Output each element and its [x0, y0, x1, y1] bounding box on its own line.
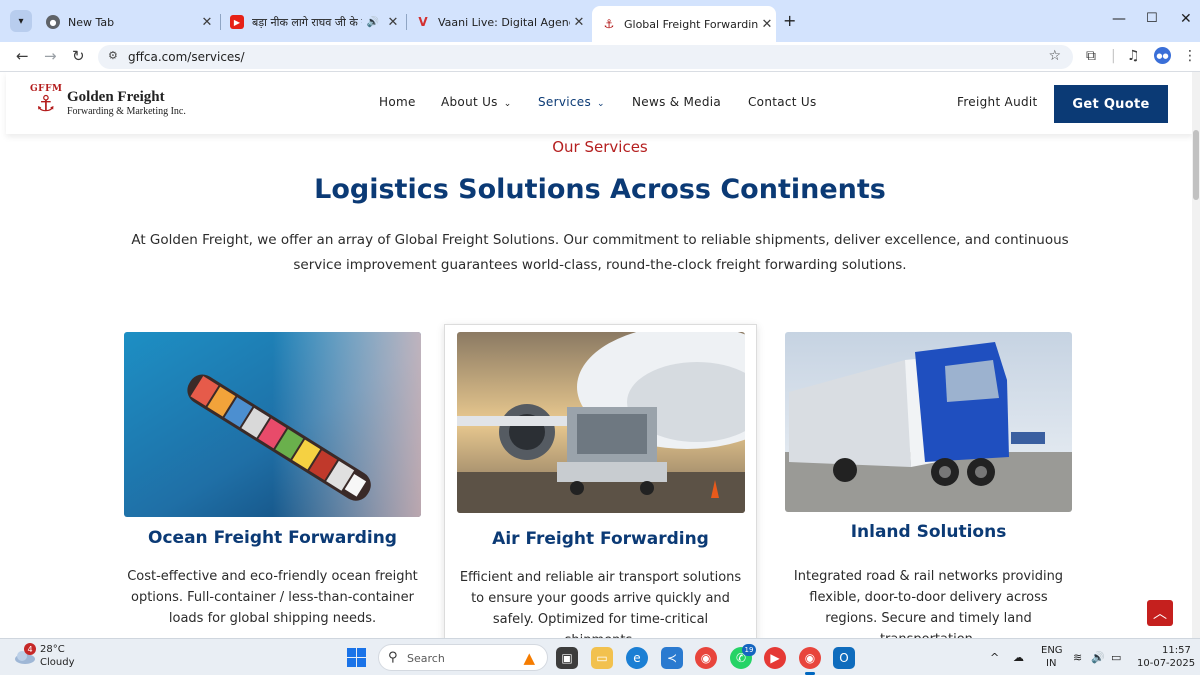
section-eyebrow: Our Services: [552, 138, 648, 156]
media-player-icon[interactable]: ▶: [764, 647, 786, 669]
logo-tagline: Forwarding & Marketing Inc.: [67, 106, 186, 117]
tab-strip: ▾ ● New Tab ✕ ▶ बड़ा नीक लागे राघव जी के…: [0, 0, 1200, 42]
company-logo[interactable]: GFFM ⚓: [30, 84, 64, 124]
tab-title: बड़ा नीक लागे राघव जी के गठरी: [252, 15, 362, 29]
site-header: GFFM ⚓ Golden Freight Forwarding & Marke…: [6, 72, 1194, 134]
nav-label: About Us: [441, 95, 498, 109]
notification-count-badge: 19: [742, 644, 756, 656]
chrome-profile-icon[interactable]: ◉: [799, 647, 821, 675]
tab-vaani-live[interactable]: V Vaani Live: Digital Agency, Web ✕: [406, 8, 588, 36]
close-icon[interactable]: ✕: [384, 15, 402, 30]
close-icon[interactable]: ✕: [198, 15, 216, 30]
input-region[interactable]: IN: [1046, 658, 1056, 669]
section-headline: Logistics Solutions Across Continents: [314, 174, 886, 205]
speaker-icon[interactable]: 🔊: [362, 17, 384, 28]
new-tab-icon[interactable]: +: [783, 11, 796, 30]
onedrive-icon[interactable]: ☁: [1013, 651, 1024, 664]
media-control-icon[interactable]: ♫: [1127, 48, 1140, 64]
bing-cone-icon: ▲: [523, 649, 535, 667]
clock-time[interactable]: 11:57: [1162, 645, 1191, 656]
search-icon: ⚲: [388, 650, 398, 665]
more-menu-icon[interactable]: ⋮: [1183, 48, 1197, 64]
tab-title: Vaani Live: Digital Agency, Web: [438, 15, 570, 29]
search-placeholder: Search: [407, 652, 445, 665]
battery-icon[interactable]: ▭: [1111, 651, 1121, 664]
page-viewport: GFFM ⚓ Golden Freight Forwarding & Marke…: [0, 72, 1200, 638]
card-title[interactable]: Air Freight Forwarding: [445, 529, 756, 549]
chevron-down-icon: ⌄: [503, 99, 512, 109]
nav-home[interactable]: Home: [379, 95, 416, 109]
service-card-air[interactable]: Air Freight Forwarding Efficient and rel…: [444, 324, 757, 638]
weather-condition[interactable]: Cloudy: [40, 657, 74, 668]
weather-alert-badge: 4: [24, 643, 36, 655]
card-description: Efficient and reliable air transport sol…: [459, 570, 742, 638]
extensions-icon[interactable]: ⧉: [1086, 48, 1096, 64]
service-card-ocean[interactable]: Ocean Freight Forwarding Cost-effective …: [116, 324, 429, 638]
chrome-icon: ●: [46, 15, 60, 29]
tab-new-tab[interactable]: ● New Tab ✕: [36, 8, 216, 36]
toolbar-divider: |: [1111, 48, 1116, 64]
anchor-favicon-icon: ⚓: [603, 17, 615, 31]
input-language[interactable]: ENG: [1041, 645, 1063, 656]
tab-search-icon[interactable]: ▾: [10, 10, 32, 32]
get-quote-button[interactable]: Get Quote: [1054, 85, 1168, 123]
chevron-up-icon: ︿: [1153, 606, 1167, 622]
task-view-icon[interactable]: ▣: [556, 647, 578, 669]
address-toolbar: ← → ↻ ⚙ gffca.com/services/ ☆ ⧉ | ♫ ⋮: [0, 42, 1200, 72]
card-title[interactable]: Ocean Freight Forwarding: [116, 528, 429, 548]
chrome-icon[interactable]: ◉: [695, 647, 717, 669]
anchor-logo-icon: ⚓: [36, 92, 56, 117]
page-scrollbar[interactable]: [1192, 72, 1200, 638]
close-window-icon[interactable]: ✕: [1180, 11, 1192, 27]
tab-global-freight[interactable]: ⚓ Global Freight Forwarding Services ✕: [592, 6, 776, 42]
chevron-down-icon: ⌄: [597, 99, 605, 109]
vscode-icon[interactable]: ≺: [661, 647, 683, 669]
file-explorer-icon[interactable]: ▭: [591, 647, 613, 669]
address-bar[interactable]: ⚙ gffca.com/services/ ☆: [98, 45, 1073, 69]
nav-contact-us[interactable]: Contact Us: [748, 95, 817, 109]
scrollbar-thumb[interactable]: [1193, 130, 1199, 200]
cargo-plane-photo: [457, 332, 745, 513]
youtube-icon: ▶: [230, 15, 244, 29]
tab-youtube[interactable]: ▶ बड़ा नीक लागे राघव जी के गठरी 🔊 ✕: [220, 8, 402, 36]
service-card-inland[interactable]: Inland Solutions Integrated road & rail …: [772, 324, 1085, 638]
minimize-icon[interactable]: —: [1112, 11, 1126, 27]
card-description: Integrated road & rail networks providin…: [793, 569, 1064, 638]
site-info-icon[interactable]: ⚙: [108, 49, 118, 62]
truck-photo: [785, 332, 1072, 512]
close-icon[interactable]: ✕: [570, 15, 588, 30]
card-description: Cost-effective and eco-friendly ocean fr…: [127, 569, 418, 626]
taskbar-search[interactable]: ⚲ Search ▲: [378, 644, 548, 671]
bookmark-star-icon[interactable]: ☆: [1048, 48, 1061, 64]
weather-temperature[interactable]: 28°C: [40, 644, 65, 655]
logo-name[interactable]: Golden Freight: [67, 89, 165, 106]
tab-title: Global Freight Forwarding Services: [624, 17, 758, 31]
card-title[interactable]: Inland Solutions: [772, 522, 1085, 542]
windows-start-icon[interactable]: [347, 648, 366, 667]
tab-title: New Tab: [68, 15, 115, 29]
volume-icon[interactable]: 🔊: [1091, 651, 1105, 664]
url-text[interactable]: gffca.com/services/: [128, 50, 245, 64]
clock-date[interactable]: 10-07-2025: [1137, 658, 1195, 669]
back-icon[interactable]: ←: [16, 47, 29, 65]
nav-about-us[interactable]: About Us ⌄: [441, 95, 512, 109]
edge-icon[interactable]: e: [626, 647, 648, 669]
vaani-logo-icon: V: [418, 15, 428, 29]
maximize-icon[interactable]: ☐: [1146, 11, 1158, 26]
outlook-icon[interactable]: O: [833, 647, 855, 669]
chevron-up-tray-icon[interactable]: ^: [990, 651, 999, 664]
reload-icon[interactable]: ↻: [72, 47, 85, 65]
forward-icon[interactable]: →: [44, 47, 57, 65]
nav-label: Services: [538, 95, 592, 109]
profile-avatar-icon[interactable]: ●●: [1154, 47, 1171, 64]
nav-services[interactable]: Services ⌄: [538, 95, 605, 109]
freight-audit-link[interactable]: Freight Audit: [957, 95, 1038, 109]
wifi-icon[interactable]: ≋: [1073, 651, 1082, 664]
taskbar: 4 28°C Cloudy ⚲ Search ▲ ▣ ▭ e ≺ ◉ ✆ ▶ ◉…: [0, 638, 1200, 675]
close-icon[interactable]: ✕: [758, 17, 776, 32]
nav-news-media[interactable]: News & Media: [632, 95, 721, 109]
scroll-to-top-button[interactable]: ︿: [1147, 600, 1173, 626]
section-intro: At Golden Freight, we offer an array of …: [131, 232, 1069, 273]
container-ship-photo: [124, 332, 421, 517]
